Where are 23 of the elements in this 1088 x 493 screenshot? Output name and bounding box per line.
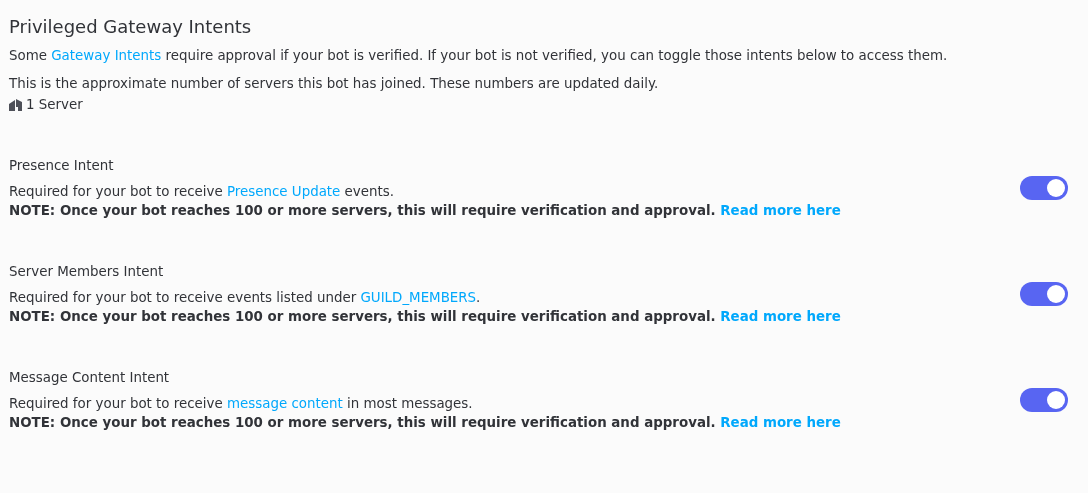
note-text: NOTE: Once your bot reaches 100 or more servers, this will require verification and approval. Read more here xyxy=(9,202,842,220)
toggle-switch[interactable] xyxy=(1020,176,1068,200)
link[interactable]: Gateway Intents xyxy=(51,48,162,63)
read-more-link[interactable]: Read more here xyxy=(720,203,841,218)
intro-text: Some Gateway Intents require approval if your bot is verified. If your bot is not verified, you can toggle those intents below to access them. xyxy=(9,47,949,65)
info-text: This is the approximate number of servers this bot has joined. These numbers are updated daily. xyxy=(9,75,660,93)
link[interactable]: message content xyxy=(227,396,343,411)
toggle-switch[interactable] xyxy=(1020,388,1068,412)
read-more-link[interactable]: Read more here xyxy=(720,415,841,430)
intent-name: Server Members Intent xyxy=(9,263,165,281)
toggle-switch[interactable] xyxy=(1020,282,1068,306)
section-title: Privileged Gateway Intents xyxy=(9,15,253,39)
link[interactable]: Presence Update xyxy=(227,184,341,199)
intent-description: Required for your bot to receive message content in most messages. xyxy=(9,395,474,413)
intent-name: Message Content Intent xyxy=(9,369,171,387)
read-more-link[interactable]: Read more here xyxy=(720,309,841,324)
server-icon xyxy=(9,98,23,111)
intent-description: Required for your bot to receive events listed under GUILD_MEMBERS. xyxy=(9,289,482,307)
note-text: NOTE: Once your bot reaches 100 or more servers, this will require verification and approval. Read more here xyxy=(9,414,842,432)
server-count: 1 Server xyxy=(26,96,83,114)
note-text: NOTE: Once your bot reaches 100 or more servers, this will require verification and approval. Read more here xyxy=(9,308,842,326)
intent-description: Required for your bot to receive Presence Update events. xyxy=(9,183,395,201)
intent-name: Presence Intent xyxy=(9,157,115,175)
